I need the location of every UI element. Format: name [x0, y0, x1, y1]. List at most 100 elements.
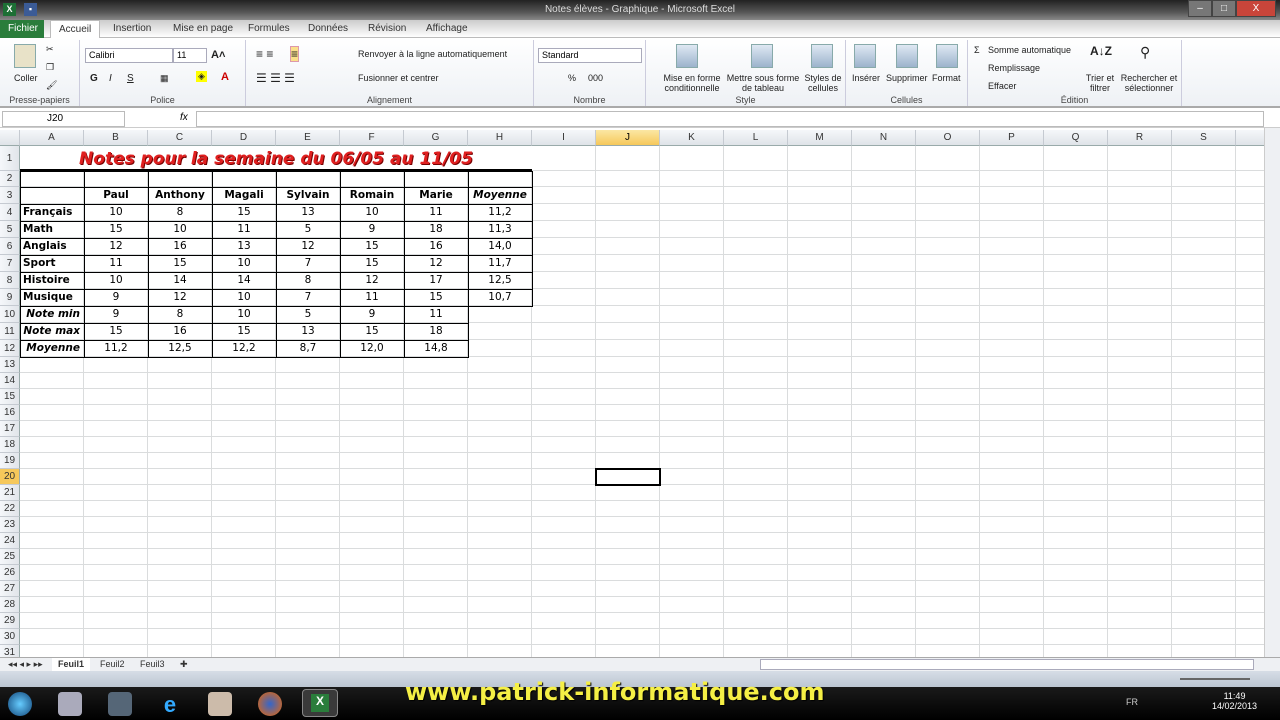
cell[interactable] — [660, 221, 724, 238]
cell[interactable] — [724, 453, 788, 469]
cell[interactable] — [1108, 501, 1172, 517]
cell[interactable] — [1108, 357, 1172, 373]
cell[interactable] — [1172, 517, 1236, 533]
cell[interactable] — [404, 597, 468, 613]
tab-formules[interactable]: Formules — [240, 20, 298, 38]
cell[interactable] — [212, 533, 276, 549]
cell[interactable] — [596, 597, 660, 613]
cell-value[interactable]: 15 — [84, 323, 148, 340]
cell[interactable] — [1236, 221, 1264, 238]
cell[interactable] — [212, 469, 276, 485]
row-header-28[interactable]: 28 — [0, 597, 20, 613]
tab-accueil[interactable]: Accueil — [50, 20, 101, 39]
percent-button[interactable]: % — [568, 73, 576, 83]
row-header-9[interactable]: 9 — [0, 289, 20, 306]
name-box[interactable]: J20 — [2, 111, 125, 127]
cell[interactable] — [852, 238, 916, 255]
cell[interactable] — [596, 437, 660, 453]
cell[interactable] — [1044, 565, 1108, 581]
cell[interactable] — [212, 405, 276, 421]
cell[interactable] — [1108, 645, 1172, 657]
cell[interactable] — [532, 272, 596, 289]
row-header-7[interactable]: 7 — [0, 255, 20, 272]
cell[interactable] — [532, 517, 596, 533]
cell[interactable] — [596, 485, 660, 501]
cell[interactable] — [980, 389, 1044, 405]
fx-button[interactable]: fx — [180, 112, 188, 123]
cell[interactable] — [276, 485, 340, 501]
cell[interactable] — [20, 581, 84, 597]
cell[interactable] — [1236, 405, 1264, 421]
cell[interactable] — [1236, 501, 1264, 517]
cell[interactable] — [340, 357, 404, 373]
cell[interactable] — [596, 517, 660, 533]
cell[interactable] — [1044, 306, 1108, 323]
explorer-icon[interactable] — [208, 692, 232, 716]
cell[interactable] — [660, 187, 724, 204]
cell[interactable] — [1236, 357, 1264, 373]
cell[interactable] — [84, 549, 148, 565]
align-bottom-icon[interactable]: ≡ — [290, 46, 300, 62]
cell[interactable] — [148, 533, 212, 549]
cell[interactable] — [84, 437, 148, 453]
font-name-select[interactable]: Calibri — [85, 48, 173, 63]
minimize-button[interactable]: – — [1188, 0, 1212, 17]
cell[interactable] — [468, 453, 532, 469]
row-header-20[interactable]: 20 — [0, 469, 20, 485]
cell[interactable] — [404, 437, 468, 453]
format-table-button[interactable]: Mettre sous forme de tableau — [724, 73, 802, 93]
cell[interactable] — [788, 581, 852, 597]
cell[interactable] — [468, 533, 532, 549]
insert-sheet-icon[interactable]: ✚ — [174, 658, 194, 671]
cell[interactable] — [916, 517, 980, 533]
cell[interactable] — [1236, 171, 1264, 187]
cell[interactable] — [788, 485, 852, 501]
cell[interactable] — [532, 255, 596, 272]
cell[interactable] — [532, 421, 596, 437]
cell[interactable] — [1172, 437, 1236, 453]
cell[interactable] — [852, 421, 916, 437]
cell-value[interactable]: 7 — [276, 255, 340, 272]
cell[interactable] — [532, 629, 596, 645]
cell[interactable] — [596, 171, 660, 187]
cell[interactable] — [1108, 323, 1172, 340]
cell[interactable] — [1236, 340, 1264, 357]
cell[interactable] — [724, 187, 788, 204]
cell[interactable] — [852, 517, 916, 533]
cell[interactable] — [1044, 221, 1108, 238]
cell[interactable] — [788, 272, 852, 289]
start-button[interactable] — [8, 692, 32, 716]
cell[interactable] — [148, 549, 212, 565]
cell[interactable] — [84, 645, 148, 657]
cell[interactable] — [340, 581, 404, 597]
cell[interactable] — [852, 629, 916, 645]
cell[interactable] — [532, 597, 596, 613]
cell[interactable] — [1236, 421, 1264, 437]
row-header-13[interactable]: 13 — [0, 357, 20, 373]
cell[interactable] — [916, 613, 980, 629]
cell-value[interactable]: 10 — [148, 221, 212, 238]
cell[interactable] — [1108, 517, 1172, 533]
notes-icon[interactable] — [108, 692, 132, 716]
cell[interactable] — [1044, 453, 1108, 469]
cell[interactable] — [1172, 289, 1236, 306]
cell[interactable] — [788, 613, 852, 629]
cell-value[interactable]: 10 — [84, 204, 148, 221]
cell[interactable] — [596, 645, 660, 657]
cell[interactable] — [1044, 389, 1108, 405]
cell[interactable] — [276, 389, 340, 405]
cell[interactable] — [660, 565, 724, 581]
cell[interactable] — [468, 171, 532, 187]
cell[interactable] — [1108, 533, 1172, 549]
cell[interactable] — [788, 171, 852, 187]
cell[interactable] — [276, 453, 340, 469]
row-header-21[interactable]: 21 — [0, 485, 20, 501]
cell[interactable] — [1236, 645, 1264, 657]
cell[interactable] — [212, 581, 276, 597]
cell[interactable] — [980, 533, 1044, 549]
cell-value[interactable]: 9 — [340, 306, 404, 323]
cell[interactable] — [1236, 613, 1264, 629]
cell-value[interactable]: Anglais — [20, 238, 84, 255]
cell[interactable] — [1044, 146, 1108, 171]
cell[interactable] — [724, 629, 788, 645]
